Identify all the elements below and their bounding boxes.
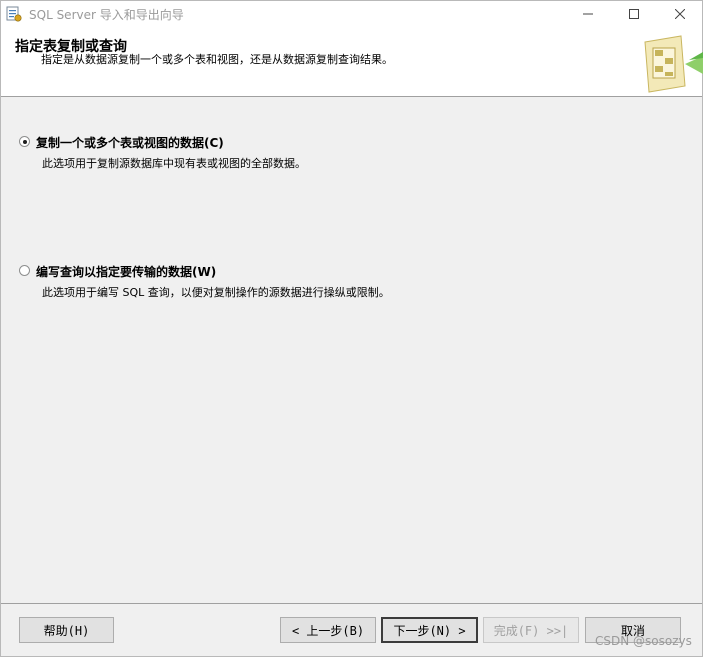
copy-tables-description: 此选项用于复制源数据库中现有表或视图的全部数据。 [42, 157, 306, 170]
close-button[interactable] [657, 1, 703, 27]
help-button[interactable]: 帮助(H) [19, 617, 114, 643]
minimize-button[interactable] [565, 1, 611, 27]
write-query-radio[interactable] [19, 265, 30, 276]
wizard-header: 指定表复制或查询 指定是从数据源复制一个或多个表和视图，还是从数据源复制查询结果… [1, 27, 703, 97]
minimize-icon [583, 13, 593, 15]
watermark: CSDN @sosozys [595, 634, 692, 648]
sql-server-wizard-icon [6, 6, 22, 22]
wizard-footer: 帮助(H) < 上一步(B) 下一步(N) > 完成(F) >>| 取消 CSD… [1, 603, 702, 656]
page-subtitle: 指定是从数据源复制一个或多个表和视图，还是从数据源复制查询结果。 [41, 53, 393, 66]
maximize-icon [629, 9, 639, 19]
wizard-window: SQL Server 导入和导出向导 指定表复制或查询 指定是从数据源复制一个或… [0, 0, 703, 657]
copy-tables-label[interactable]: 复制一个或多个表或视图的数据(C) [36, 134, 224, 151]
write-query-label[interactable]: 编写查询以指定要传输的数据(W) [36, 263, 216, 280]
window-title: SQL Server 导入和导出向导 [29, 8, 184, 22]
back-button[interactable]: < 上一步(B) [280, 617, 376, 643]
title-bar[interactable]: SQL Server 导入和导出向导 [1, 1, 702, 27]
maximize-button[interactable] [611, 1, 657, 27]
write-query-description: 此选项用于编写 SQL 查询，以便对复制操作的源数据进行操纵或限制。 [42, 286, 390, 299]
next-button[interactable]: 下一步(N) > [381, 617, 478, 643]
wizard-body: 复制一个或多个表或视图的数据(C) 此选项用于复制源数据库中现有表或视图的全部数… [1, 98, 702, 603]
copy-tables-radio[interactable] [19, 136, 30, 147]
close-icon [675, 9, 685, 19]
finish-button: 完成(F) >>| [483, 617, 579, 643]
wizard-table-icon [644, 35, 703, 93]
